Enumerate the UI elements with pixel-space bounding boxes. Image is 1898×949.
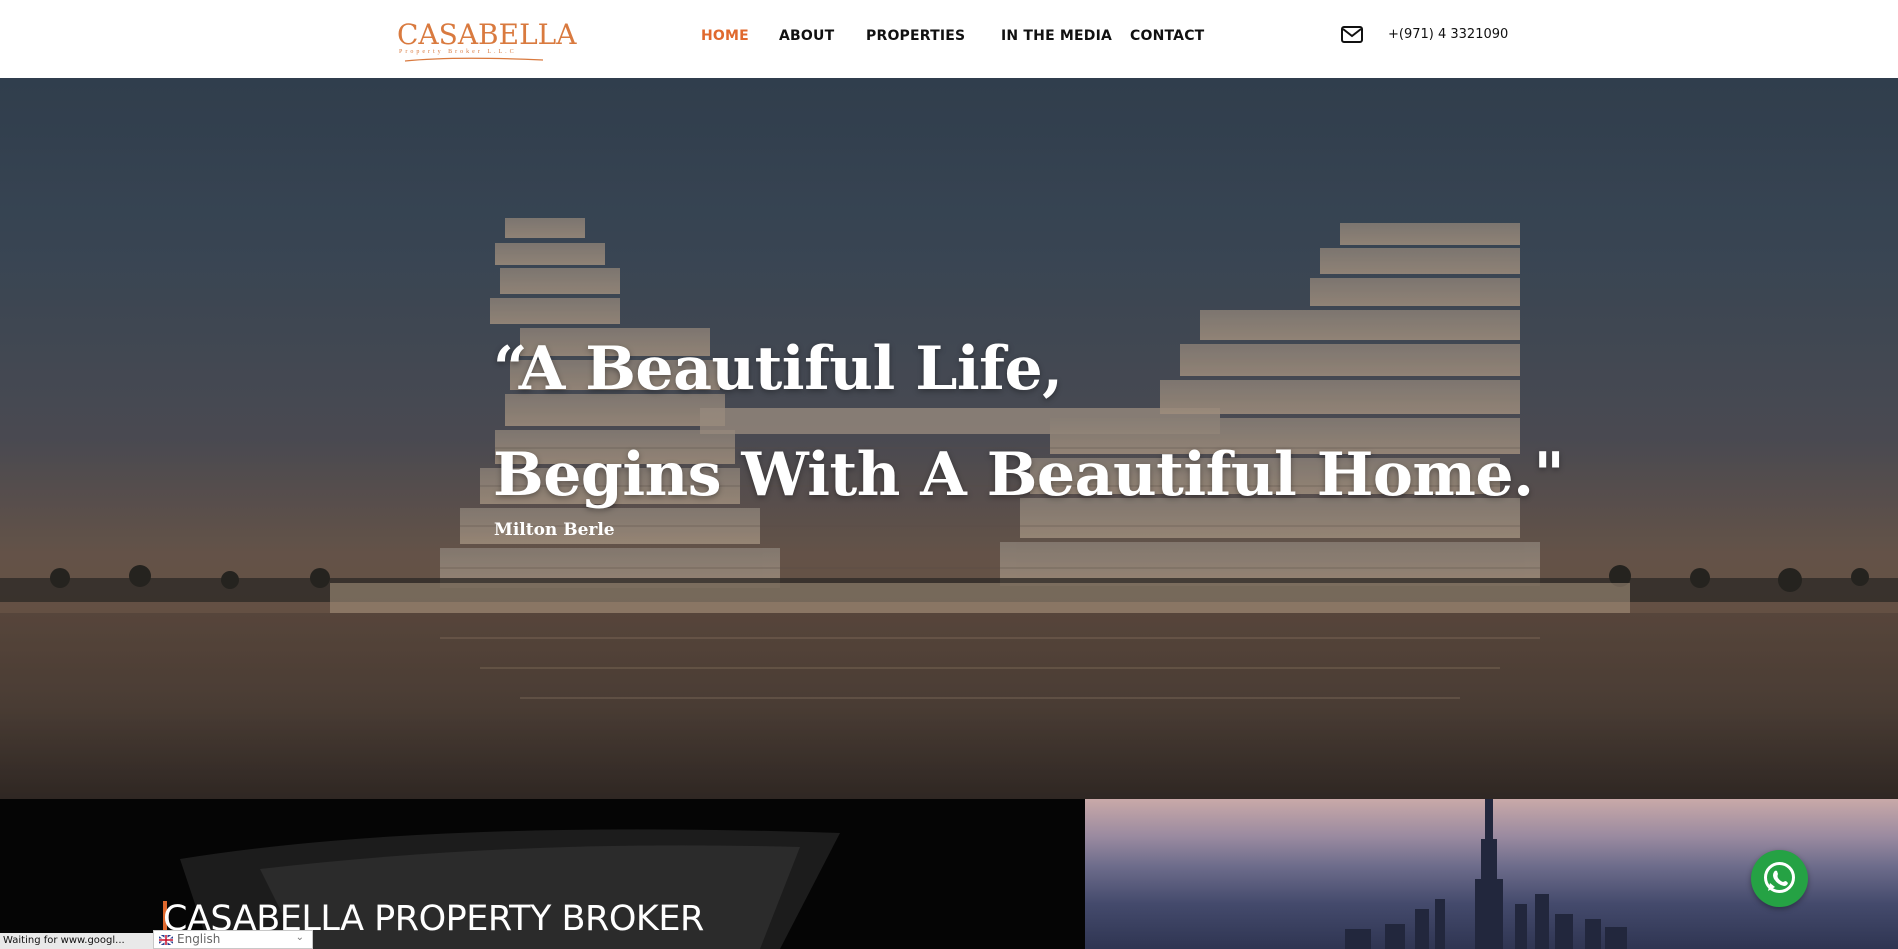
about-section: CASABELLA PROPERTY BROKER [0,799,1085,949]
nav-in-the-media[interactable]: IN THE MEDIA [1001,28,1112,44]
whatsapp-icon [1764,862,1795,893]
browser-status-bar: Waiting for www.googl... [0,933,153,949]
nav-properties[interactable]: PROPERTIES [866,28,965,44]
logo-tagline: Property Broker L.L.C [399,49,517,55]
chevron-down-icon: ⌄ [295,932,304,943]
nav-home[interactable]: HOME [701,28,749,44]
language-selector-value: English [177,932,221,946]
hero-banner: “A Beautiful Life, Begins With A Beautif… [0,78,1898,799]
hero-quote-line-1: “A Beautiful Life, [493,334,1063,404]
logo-swash-graphic [404,57,544,62]
hero-quote-author: Milton Berle [494,520,615,540]
logo-wordmark: CASABELLA [397,18,577,51]
envelope-icon[interactable] [1341,26,1363,43]
casabella-logo[interactable]: CASABELLA Property Broker L.L.C [395,18,576,62]
language-selector[interactable]: English ⌄ [153,930,313,949]
nav-about[interactable]: ABOUT [779,28,834,44]
phone-number[interactable]: +(971) 4 3321090 [1388,27,1508,42]
site-header: CASABELLA Property Broker L.L.C HOME ABO… [0,0,1898,78]
hero-quote: “A Beautiful Life, Begins With A Beautif… [493,316,1565,528]
uk-flag-icon [159,935,173,945]
whatsapp-button[interactable] [1751,850,1808,907]
nav-contact[interactable]: CONTACT [1130,28,1204,44]
hero-quote-line-2: Begins With A Beautiful Home." [493,440,1565,510]
